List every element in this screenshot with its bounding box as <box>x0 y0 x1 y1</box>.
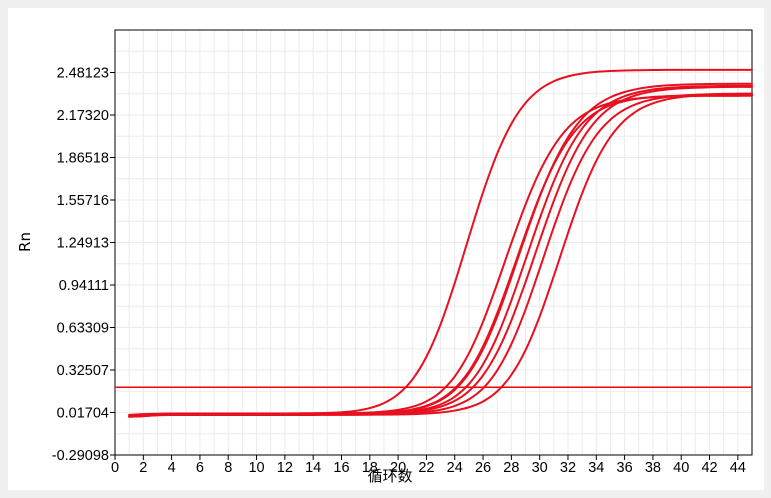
y-tick-label: 1.86518 <box>57 151 109 167</box>
x-axis: 0 2 4 6 8 10 12 14 16 18 20 22 24 26 28 30 32 34 36 38 40 42 4… <box>111 455 746 476</box>
y-tick-label: 0.94111 <box>59 278 109 294</box>
x-tick-label: 8 <box>224 460 232 476</box>
x-tick-label: 26 <box>475 460 491 476</box>
x-tick-label: 10 <box>248 460 264 476</box>
x-tick-label: 30 <box>532 460 548 476</box>
chart-window: -0.29098 0.01704 0.32507 0.63309 0.94111 1.24… <box>0 0 771 498</box>
x-tick-label: 0 <box>111 460 119 476</box>
x-tick-label: 14 <box>305 460 321 476</box>
y-tick-label: 2.48123 <box>57 65 109 81</box>
y-tick-label: 0.32507 <box>57 363 109 379</box>
x-tick-label: 34 <box>588 460 604 476</box>
plot-grid <box>114 30 753 455</box>
y-tick-label: 1.55716 <box>57 193 109 209</box>
y-axis: -0.29098 0.01704 0.32507 0.63309 0.94111 1.24… <box>52 65 115 464</box>
y-tick-label: 2.17320 <box>57 108 109 124</box>
x-tick-label: 22 <box>418 460 434 476</box>
y-axis-title: Rn <box>16 232 34 252</box>
x-tick-label: 44 <box>730 460 746 476</box>
x-tick-label: 42 <box>701 460 717 476</box>
y-tick-label: 0.63309 <box>57 320 109 336</box>
x-tick-label: 4 <box>168 460 176 476</box>
x-tick-label: 38 <box>645 460 661 476</box>
x-axis-title: 循环数 <box>367 467 412 485</box>
x-tick-label: 32 <box>560 460 576 476</box>
x-tick-label: 12 <box>277 460 293 476</box>
y-tick-label: 1.24913 <box>57 236 109 252</box>
x-tick-label: 2 <box>139 460 147 476</box>
x-tick-label: 36 <box>617 460 633 476</box>
x-tick-label: 28 <box>503 460 519 476</box>
y-tick-label: -0.29098 <box>52 448 109 464</box>
x-tick-label: 6 <box>196 460 204 476</box>
amplification-plot: -0.29098 0.01704 0.32507 0.63309 0.94111 1.24… <box>16 29 753 485</box>
x-tick-label: 24 <box>447 460 463 476</box>
x-tick-label: 40 <box>673 460 689 476</box>
x-tick-label: 16 <box>333 460 349 476</box>
y-tick-label: 0.01704 <box>57 406 109 422</box>
